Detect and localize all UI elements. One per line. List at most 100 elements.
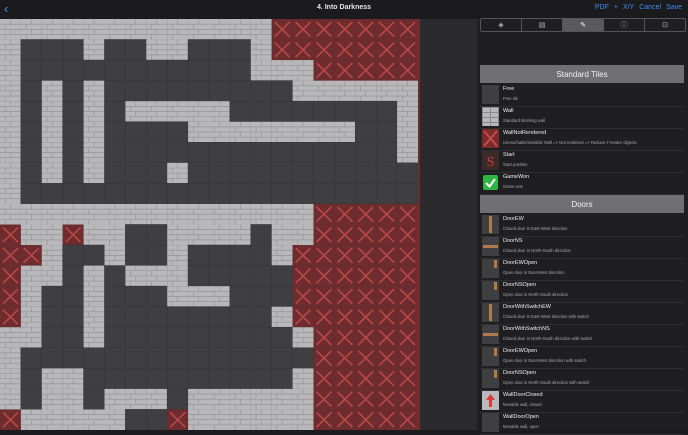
floor-cell[interactable]	[229, 59, 252, 81]
floor-cell[interactable]	[229, 306, 252, 328]
floor-cell[interactable]	[125, 183, 147, 205]
floor-cell[interactable]	[166, 306, 189, 328]
floor-cell[interactable]	[104, 285, 126, 307]
floor-cell[interactable]	[20, 347, 43, 369]
floor-cell[interactable]	[187, 347, 210, 369]
floor-cell[interactable]	[146, 183, 168, 205]
hidden-wall-cell[interactable]	[397, 388, 418, 410]
hidden-wall-cell[interactable]	[355, 245, 377, 266]
floor-cell[interactable]	[250, 306, 273, 328]
floor-cell[interactable]	[271, 100, 293, 123]
floor-cell[interactable]	[354, 142, 377, 164]
floor-cell[interactable]	[146, 162, 168, 184]
hidden-wall-cell[interactable]	[355, 368, 377, 389]
floor-cell[interactable]	[62, 285, 84, 307]
floor-cell[interactable]	[83, 368, 105, 390]
wall-cell[interactable]	[125, 101, 147, 122]
hidden-wall-cell[interactable]	[334, 368, 356, 389]
wall-cell[interactable]	[292, 224, 314, 246]
floor-cell[interactable]	[229, 80, 252, 102]
floor-cell[interactable]	[271, 368, 293, 390]
floor-cell[interactable]	[354, 183, 377, 205]
hidden-wall-cell[interactable]	[313, 409, 335, 430]
floor-cell[interactable]	[271, 347, 293, 369]
floor-cell[interactable]	[62, 306, 84, 328]
wall-cell[interactable]	[146, 39, 168, 61]
wall-cell[interactable]	[41, 368, 63, 389]
floor-cell[interactable]	[187, 142, 210, 164]
wall-cell[interactable]	[62, 368, 84, 389]
floor-cell[interactable]	[146, 59, 168, 81]
floor-cell[interactable]	[41, 39, 63, 61]
tile-door-7[interactable]: DoorNSOpen Open door in North-South direc…	[480, 368, 684, 391]
floor-cell[interactable]	[271, 326, 293, 349]
floor-cell[interactable]	[187, 183, 210, 205]
wall-cell[interactable]	[0, 121, 21, 143]
floor-cell[interactable]	[125, 80, 147, 102]
wall-cell[interactable]	[83, 101, 105, 122]
wall-cell[interactable]	[0, 203, 21, 225]
hidden-wall-cell[interactable]	[376, 245, 398, 266]
hidden-wall-cell[interactable]	[313, 245, 335, 266]
info-icon[interactable]: ⓘ	[604, 19, 645, 31]
hidden-wall-cell[interactable]	[376, 286, 398, 307]
hidden-wall-cell[interactable]	[334, 60, 356, 81]
wall-cell[interactable]	[292, 203, 314, 225]
floor-cell[interactable]	[187, 368, 210, 390]
hidden-wall-cell[interactable]	[62, 224, 84, 246]
floor-cell[interactable]	[375, 142, 398, 164]
wall-cell[interactable]	[41, 80, 63, 102]
floor-cell[interactable]	[146, 244, 168, 266]
floor-cell[interactable]	[313, 183, 335, 205]
wall-cell[interactable]	[397, 142, 418, 163]
floor-cell[interactable]	[62, 80, 84, 102]
wall-cell[interactable]	[62, 203, 84, 225]
wall-cell[interactable]	[83, 121, 105, 143]
wall-cell[interactable]	[271, 203, 293, 225]
wall-cell[interactable]	[83, 19, 105, 40]
wall-cell[interactable]	[41, 245, 63, 266]
hidden-wall-cell[interactable]	[292, 19, 314, 40]
hidden-wall-cell[interactable]	[334, 306, 356, 328]
floor-cell[interactable]	[208, 244, 231, 266]
hidden-wall-cell[interactable]	[355, 306, 377, 328]
wall-cell[interactable]	[313, 80, 335, 102]
tile-door-4[interactable]: DoorWithSwitchEW Closed door in East-West…	[480, 302, 684, 325]
floor-cell[interactable]	[125, 285, 147, 307]
wall-cell[interactable]	[83, 162, 105, 184]
tile-door-2[interactable]: DoorEWOpen Open door in East-West directi…	[480, 258, 684, 281]
floor-cell[interactable]	[187, 80, 210, 102]
hidden-wall-cell[interactable]	[376, 39, 398, 61]
wall-cell[interactable]	[292, 121, 314, 143]
hidden-wall-cell[interactable]	[355, 388, 377, 410]
hidden-wall-cell[interactable]	[376, 306, 398, 328]
floor-cell[interactable]	[375, 121, 398, 143]
tile-game-won[interactable]: GameWon Game won	[480, 172, 684, 195]
wall-cell[interactable]	[271, 121, 293, 143]
wall-cell[interactable]	[397, 101, 418, 122]
hidden-wall-cell[interactable]	[292, 306, 314, 328]
xy-button[interactable]: X/Y	[623, 4, 634, 11]
hidden-wall-cell[interactable]	[376, 327, 398, 348]
tile-start[interactable]: S Start Start position	[480, 150, 684, 173]
floor-cell[interactable]	[354, 121, 377, 143]
floor-cell[interactable]	[125, 306, 147, 328]
hidden-wall-cell[interactable]	[355, 347, 377, 369]
floor-cell[interactable]	[166, 80, 189, 102]
wall-cell[interactable]	[125, 19, 147, 40]
wall-cell[interactable]	[104, 224, 126, 246]
floor-cell[interactable]	[166, 183, 189, 205]
wall-cell[interactable]	[104, 245, 126, 266]
wall-cell[interactable]	[167, 286, 189, 307]
hidden-wall-cell[interactable]	[313, 388, 335, 410]
wall-cell[interactable]	[0, 347, 21, 369]
wall-cell[interactable]	[83, 327, 105, 348]
hidden-wall-cell[interactable]	[376, 60, 398, 81]
wall-cell[interactable]	[83, 142, 105, 163]
wall-cell[interactable]	[83, 39, 105, 61]
hidden-wall-cell[interactable]	[292, 245, 314, 266]
floor-cell[interactable]	[271, 80, 293, 102]
floor-cell[interactable]	[62, 347, 84, 369]
hidden-wall-cell[interactable]	[313, 203, 335, 225]
floor-cell[interactable]	[250, 224, 273, 246]
